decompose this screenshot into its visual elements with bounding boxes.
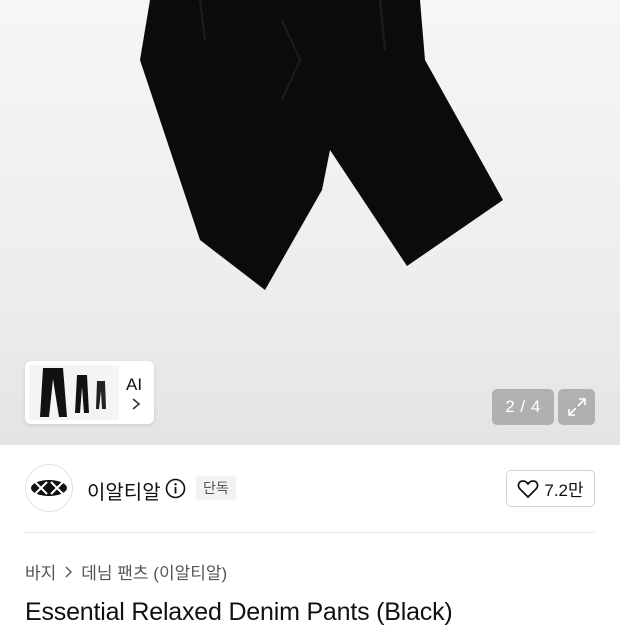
- ai-similar-items-button[interactable]: AI: [25, 361, 154, 424]
- product-title: Essential Relaxed Denim Pants (Black): [25, 598, 453, 626]
- brand-logo-icon: [31, 480, 67, 496]
- expand-image-button[interactable]: [558, 389, 595, 425]
- like-count: 7.2만: [544, 481, 584, 500]
- info-icon[interactable]: [165, 478, 186, 499]
- brand-row: 이알티알 단독 7.2만: [0, 445, 620, 533]
- like-button[interactable]: 7.2만: [506, 470, 595, 507]
- image-counter: 2 / 4: [492, 389, 554, 425]
- breadcrumb-category[interactable]: 바지: [25, 559, 56, 584]
- product-image-gallery[interactable]: AI 2 / 4: [0, 0, 620, 445]
- similar-items-thumbnails: [29, 365, 119, 420]
- heart-icon: [517, 479, 539, 498]
- ai-label: AI: [126, 375, 143, 394]
- chevron-right-icon: [132, 398, 141, 410]
- brand-name[interactable]: 이알티알: [87, 476, 161, 505]
- expand-icon: [567, 398, 586, 416]
- brand-logo[interactable]: [25, 464, 73, 512]
- exclusive-badge: 단독: [196, 476, 236, 500]
- breadcrumb: 바지 데님 팬츠 (이알티알): [25, 559, 227, 584]
- chevron-right-icon: [65, 566, 73, 577]
- divider: [25, 532, 595, 533]
- breadcrumb-subcategory[interactable]: 데님 팬츠 (이알티알): [81, 559, 227, 584]
